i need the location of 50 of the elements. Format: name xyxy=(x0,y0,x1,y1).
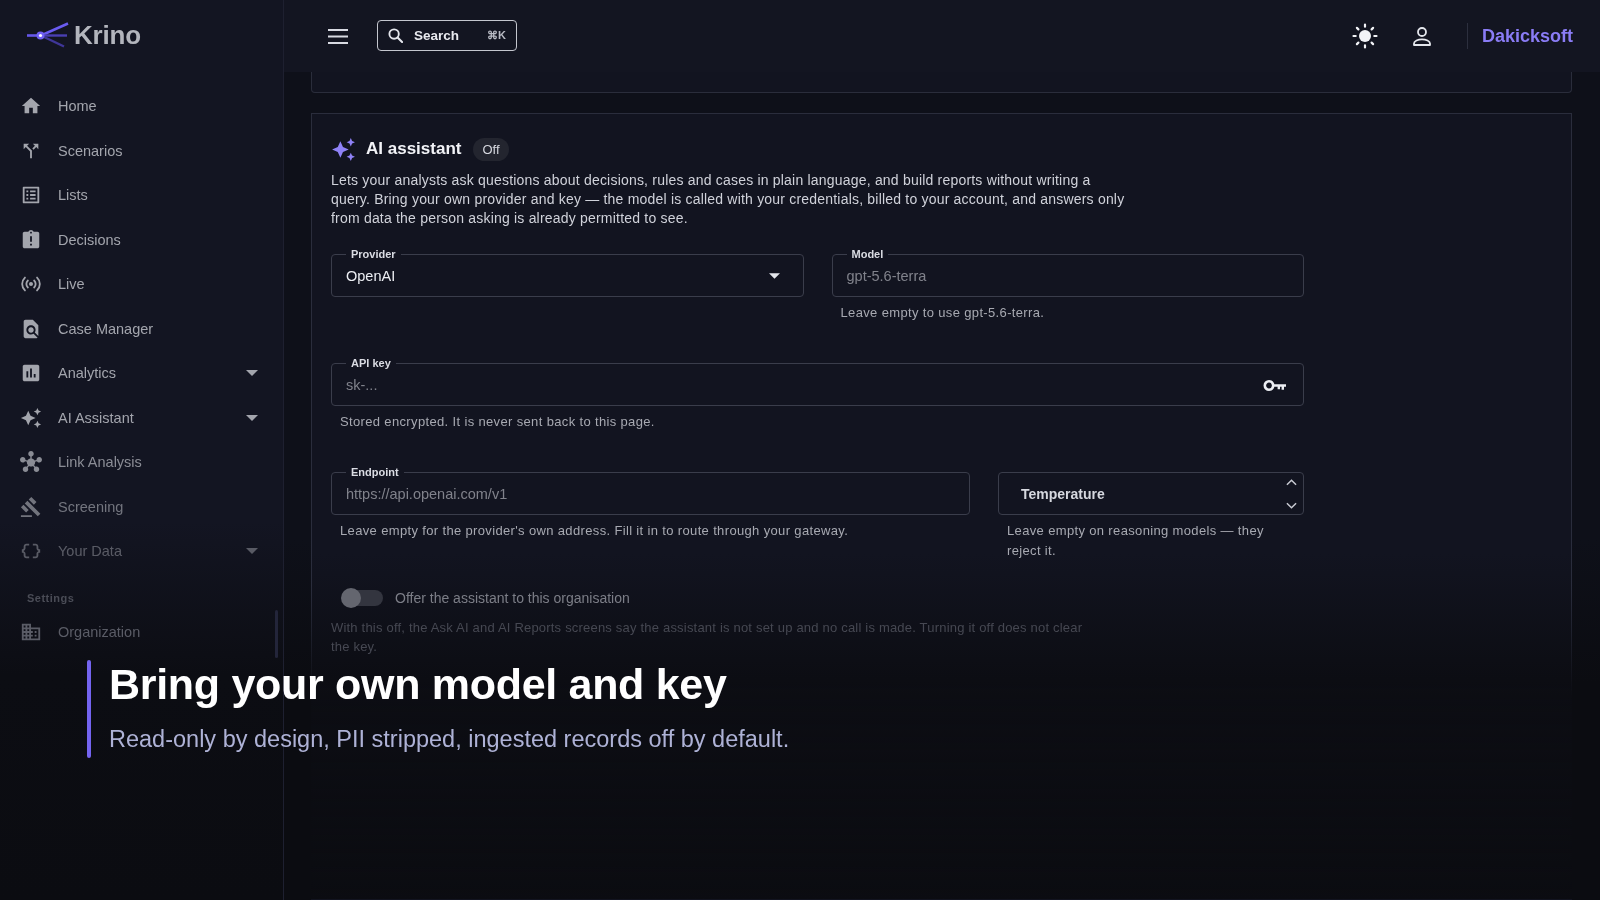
caret-icon xyxy=(246,548,258,555)
search-button[interactable]: Search ⌘K xyxy=(377,19,517,51)
scrollbar-thumb[interactable] xyxy=(275,610,278,658)
helper-text: Leave empty to use gpt-5.6-terra. xyxy=(839,304,1046,322)
account-name[interactable]: Dakicksoft xyxy=(1481,25,1573,47)
chevron-up-icon[interactable] xyxy=(1286,478,1297,486)
caret-icon xyxy=(768,273,780,279)
user-icon[interactable] xyxy=(1411,26,1432,46)
nav-item[interactable]: Decisions xyxy=(0,217,283,262)
sparkles-icon xyxy=(331,136,356,162)
toggle-label: Offer the assistant to this organisation xyxy=(395,590,630,606)
nav-item[interactable]: AI Assistant xyxy=(0,395,283,440)
nav-item[interactable]: Scenarios xyxy=(0,128,283,173)
search-icon xyxy=(388,27,403,43)
caption-title: Bring your own model and key xyxy=(109,660,728,708)
card-description: Lets your analysts ask questions about decisions, rules and cases in plain language, and build reports without writing a query. Bring your own provider and key — the model is called with your credentials, billed to your account, and answers only from data the person asking is already permitted to see. xyxy=(331,171,1126,228)
key-icon[interactable] xyxy=(1263,378,1287,392)
section-heading: Settings xyxy=(26,590,76,606)
nav-item[interactable]: Case Manager xyxy=(0,306,283,351)
nav-item[interactable]: Home xyxy=(0,84,283,129)
helper-text: Stored encrypted. It is never sent back to this page. xyxy=(339,413,656,431)
sparkles-icon xyxy=(20,406,42,429)
logo-text: Krino xyxy=(74,19,141,51)
shortcut-hint: ⌘K xyxy=(487,28,506,42)
status-badge: Off xyxy=(473,137,509,161)
helper-text: Leave empty for the provider's own address. Fill it in to route through your gateway. xyxy=(339,522,850,540)
network-icon xyxy=(20,451,42,474)
menu-icon xyxy=(328,28,348,44)
gavel-icon xyxy=(20,495,42,518)
dropdown-field[interactable]: Provider OpenAI xyxy=(331,247,804,297)
helper-text: Leave empty on reasoning models — they reject it. xyxy=(1006,522,1265,560)
toggle-switch[interactable] xyxy=(341,588,383,608)
number-field[interactable]: Temperature xyxy=(998,472,1304,515)
logo-icon xyxy=(27,22,69,48)
caret-icon xyxy=(246,414,258,421)
input-field[interactable]: Model gpt-5.6-terra xyxy=(831,247,1304,297)
caption-subtitle: Read-only by design, PII stripped, ingested records off by default. xyxy=(109,726,790,754)
clipboard-alert-icon xyxy=(20,228,42,251)
menu-button[interactable] xyxy=(328,28,348,44)
sun-icon[interactable] xyxy=(1351,23,1378,49)
nav-item[interactable]: Lists xyxy=(0,173,283,218)
caret-icon xyxy=(246,370,258,377)
input-field[interactable]: Endpoint https://api.openai.com/v1 xyxy=(331,465,970,515)
nav-item[interactable]: Live xyxy=(0,262,283,307)
chevron-down-icon[interactable] xyxy=(1286,501,1297,509)
input-field[interactable]: API key sk-... xyxy=(331,356,1304,406)
card-title: AI assistant xyxy=(366,139,462,159)
nav-item[interactable]: Screening xyxy=(0,484,283,529)
nav-item[interactable]: Link Analysis xyxy=(0,440,283,485)
nav-item[interactable]: Analytics xyxy=(0,351,283,396)
